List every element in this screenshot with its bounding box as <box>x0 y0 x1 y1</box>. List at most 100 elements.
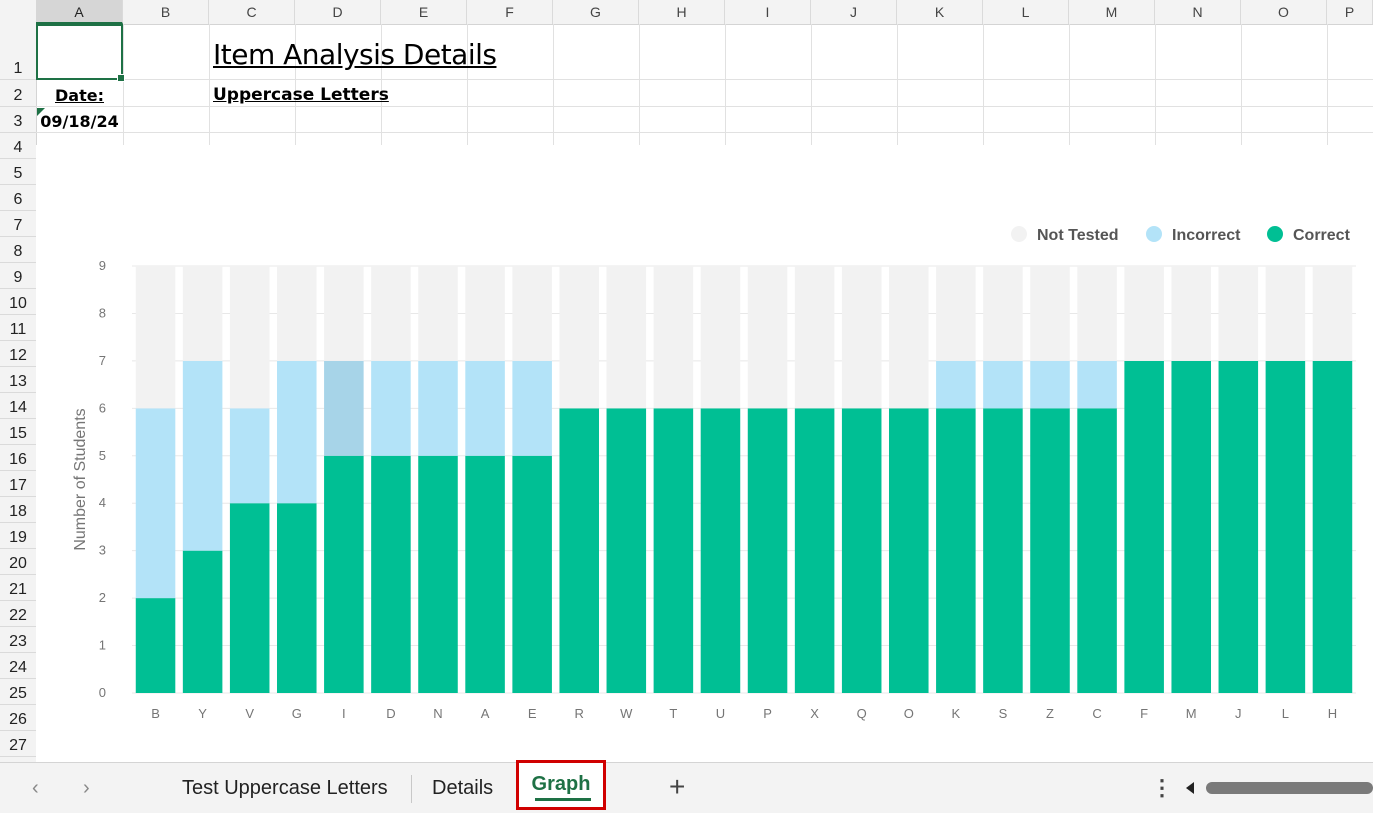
row-header-26[interactable]: 26 <box>0 705 36 731</box>
row-header-19[interactable]: 19 <box>0 523 36 549</box>
row-header-6[interactable]: 6 <box>0 185 36 211</box>
plus-icon[interactable]: + <box>669 771 685 803</box>
x-tick-label: J <box>1235 706 1242 721</box>
bar-correct-a <box>465 455 505 693</box>
row-header-23[interactable]: 23 <box>0 627 36 653</box>
bar-incorrect-c <box>1077 360 1117 409</box>
grid-row-line <box>36 106 1373 107</box>
bar-not-tested-o <box>888 266 929 409</box>
x-tick-label: V <box>245 706 254 721</box>
x-tick-label: T <box>669 706 677 721</box>
grid-column-line <box>1327 24 1328 146</box>
y-tick-label: 0 <box>99 685 106 700</box>
sheet-title[interactable]: Item Analysis Details <box>213 38 497 71</box>
tab-graph[interactable]: Graph <box>516 760 606 810</box>
column-header-a[interactable]: A <box>36 0 123 24</box>
bar-incorrect-a <box>465 360 505 456</box>
y-tick-label: 7 <box>99 353 106 368</box>
row-header-5[interactable]: 5 <box>0 159 36 185</box>
row-header-2[interactable]: 2 <box>0 80 36 107</box>
bar-correct-j <box>1218 360 1259 693</box>
grid-column-line <box>897 24 898 146</box>
grid-column-line <box>639 24 640 146</box>
grid-column-line <box>123 24 124 146</box>
row-header-18[interactable]: 18 <box>0 497 36 523</box>
bar-not-tested-e <box>512 266 552 361</box>
column-header-c[interactable]: C <box>209 0 295 24</box>
column-header-k[interactable]: K <box>897 0 983 24</box>
sheet-subtitle[interactable]: Uppercase Letters <box>213 85 389 105</box>
x-tick-label: F <box>1140 706 1148 721</box>
fill-handle[interactable] <box>117 74 125 82</box>
column-header-m[interactable]: M <box>1069 0 1155 24</box>
bar-correct-v <box>229 503 270 693</box>
row-header-14[interactable]: 14 <box>0 393 36 419</box>
column-header-l[interactable]: L <box>983 0 1069 24</box>
column-header-i[interactable]: I <box>725 0 811 24</box>
row-header-11[interactable]: 11 <box>0 315 36 341</box>
row-header-15[interactable]: 15 <box>0 419 36 445</box>
cell-indicator-icon <box>37 108 45 116</box>
column-header-f[interactable]: F <box>467 0 553 24</box>
bar-incorrect-y <box>182 360 223 551</box>
bar-not-tested-j <box>1218 266 1259 361</box>
bar-correct-m <box>1171 360 1212 693</box>
tab-details[interactable]: Details <box>432 777 493 800</box>
more-vertical-icon[interactable]: ⋮ <box>1151 775 1173 801</box>
row-header-8[interactable]: 8 <box>0 237 36 263</box>
row-header-1[interactable]: 1 <box>0 24 36 80</box>
chevron-left-icon[interactable]: ‹ <box>32 777 39 800</box>
x-tick-label: M <box>1186 706 1197 721</box>
select-all-corner[interactable] <box>0 0 36 24</box>
bar-incorrect-v <box>229 408 270 504</box>
bar-correct-q <box>841 408 882 693</box>
bar-correct-f <box>1124 360 1164 693</box>
row-header-20[interactable]: 20 <box>0 549 36 575</box>
bar-not-tested-t <box>653 266 694 409</box>
bar-not-tested-s <box>983 266 1023 361</box>
bar-correct-p <box>747 408 788 693</box>
bar-correct-r <box>559 408 600 693</box>
row-header-10[interactable]: 10 <box>0 289 36 315</box>
legend-swatch-not-tested <box>1011 226 1027 242</box>
row-header-27[interactable]: 27 <box>0 731 36 757</box>
y-tick-label: 9 <box>99 258 106 273</box>
column-header-o[interactable]: O <box>1241 0 1327 24</box>
grid-column-line <box>1241 24 1242 146</box>
column-header-b[interactable]: B <box>123 0 209 24</box>
column-header-p[interactable]: P <box>1327 0 1373 24</box>
column-header-h[interactable]: H <box>639 0 725 24</box>
y-tick-label: 5 <box>99 448 106 463</box>
column-header-d[interactable]: D <box>295 0 381 24</box>
scroll-left-icon[interactable] <box>1186 782 1194 794</box>
chevron-right-icon[interactable]: › <box>83 777 90 800</box>
row-header-4[interactable]: 4 <box>0 133 36 159</box>
row-header-21[interactable]: 21 <box>0 575 36 601</box>
x-tick-label: H <box>1328 706 1337 721</box>
column-header-n[interactable]: N <box>1155 0 1241 24</box>
x-tick-label: N <box>433 706 442 721</box>
row-header-25[interactable]: 25 <box>0 679 36 705</box>
row-header-7[interactable]: 7 <box>0 211 36 237</box>
column-header-j[interactable]: J <box>811 0 897 24</box>
column-header-e[interactable]: E <box>381 0 467 24</box>
x-tick-label: B <box>151 706 160 721</box>
row-header-17[interactable]: 17 <box>0 471 36 497</box>
tab-test-uppercase-letters[interactable]: Test Uppercase Letters <box>182 777 388 800</box>
stacked-bar-chart[interactable]: 0 1 2 3 4 5 6 7 8 9 Number of Students B Y V G I D N A E R W T… <box>36 145 1373 762</box>
horizontal-scrollbar[interactable] <box>1180 777 1373 799</box>
row-header-12[interactable]: 12 <box>0 341 36 367</box>
row-header-22[interactable]: 22 <box>0 601 36 627</box>
date-value[interactable]: 09/18/24 <box>36 112 123 131</box>
row-header-9[interactable]: 9 <box>0 263 36 289</box>
row-header-13[interactable]: 13 <box>0 367 36 393</box>
row-header-16[interactable]: 16 <box>0 445 36 471</box>
row-header-24[interactable]: 24 <box>0 653 36 679</box>
bar-not-tested-w <box>606 266 647 409</box>
row-header-3[interactable]: 3 <box>0 107 36 133</box>
column-header-g[interactable]: G <box>553 0 639 24</box>
date-label[interactable]: Date: <box>36 86 123 105</box>
selected-cell-a1[interactable] <box>36 24 125 82</box>
scrollbar-thumb[interactable] <box>1206 782 1373 794</box>
grid-column-line <box>209 24 210 146</box>
